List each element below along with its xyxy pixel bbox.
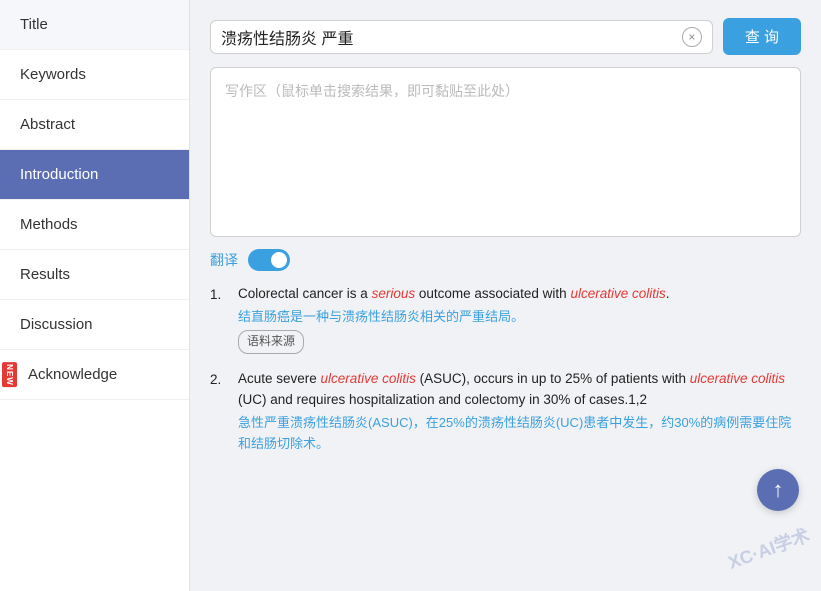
result-zh-text: 急性严重溃疡性结肠炎(ASUC)，在25%的溃疡性结肠炎(UC)患者中发生，约3…: [238, 413, 801, 455]
search-input-wrapper: ×: [210, 20, 713, 54]
sidebar-item-introduction[interactable]: Introduction: [0, 150, 189, 200]
result-item: 2. Acute severe ulcerative colitis (ASUC…: [210, 368, 801, 455]
writing-area-placeholder: 写作区（鼠标单击搜索结果，即可黏贴至此处）: [225, 83, 519, 99]
sidebar-item-label: Acknowledge: [28, 366, 117, 383]
scroll-top-button[interactable]: ↑: [757, 469, 799, 511]
sidebar-item-label: Introduction: [20, 166, 98, 183]
sidebar-item-keywords[interactable]: Keywords: [0, 50, 189, 100]
scroll-top-icon: ↑: [773, 477, 784, 503]
search-bar: × 查 询: [210, 18, 801, 55]
result-content: Acute severe ulcerative colitis (ASUC), …: [238, 368, 801, 455]
result-content: Colorectal cancer is a serious outcome a…: [238, 283, 801, 354]
result-item: 1. Colorectal cancer is a serious outcom…: [210, 283, 801, 354]
search-input[interactable]: [221, 28, 676, 46]
sidebar-item-label: Discussion: [20, 316, 93, 333]
result-en-text: Colorectal cancer is a serious outcome a…: [238, 283, 801, 305]
sidebar-item-results[interactable]: Results: [0, 250, 189, 300]
result-number: 1.: [210, 283, 228, 354]
result-en-text: Acute severe ulcerative colitis (ASUC), …: [238, 368, 801, 411]
sidebar: Title Keywords Abstract Introduction Met…: [0, 0, 190, 591]
translate-label: 翻译: [210, 250, 238, 270]
writing-area[interactable]: 写作区（鼠标单击搜索结果，即可黏贴至此处）: [210, 67, 801, 237]
main-wrapper: × 查 询 写作区（鼠标单击搜索结果，即可黏贴至此处） 翻译 1. Colore…: [190, 0, 821, 591]
search-button[interactable]: 查 询: [723, 18, 801, 55]
new-badge: NEW: [2, 362, 17, 388]
sidebar-item-discussion[interactable]: Discussion: [0, 300, 189, 350]
clear-button[interactable]: ×: [682, 27, 702, 47]
results-list: 1. Colorectal cancer is a serious outcom…: [210, 283, 801, 454]
sidebar-item-label: Keywords: [20, 66, 86, 83]
sidebar-item-abstract[interactable]: Abstract: [0, 100, 189, 150]
sidebar-item-title[interactable]: Title: [0, 0, 189, 50]
translate-row: 翻译: [210, 249, 801, 271]
sidebar-item-label: Title: [20, 16, 48, 33]
result-zh-text: 结直肠癌是一种与溃疡性结肠炎相关的严重结局。: [238, 307, 801, 328]
translate-toggle[interactable]: [248, 249, 290, 271]
sidebar-item-label: Methods: [20, 216, 78, 233]
result-number: 2.: [210, 368, 228, 455]
main-content: × 查 询 写作区（鼠标单击搜索结果，即可黏贴至此处） 翻译 1. Colore…: [190, 0, 821, 591]
toggle-knob: [271, 252, 287, 268]
sidebar-item-acknowledge[interactable]: NEW Acknowledge: [0, 350, 189, 400]
sidebar-item-label: Results: [20, 266, 70, 283]
sidebar-item-methods[interactable]: Methods: [0, 200, 189, 250]
sidebar-item-label: Abstract: [20, 116, 75, 133]
source-tag[interactable]: 语料来源: [238, 330, 304, 353]
